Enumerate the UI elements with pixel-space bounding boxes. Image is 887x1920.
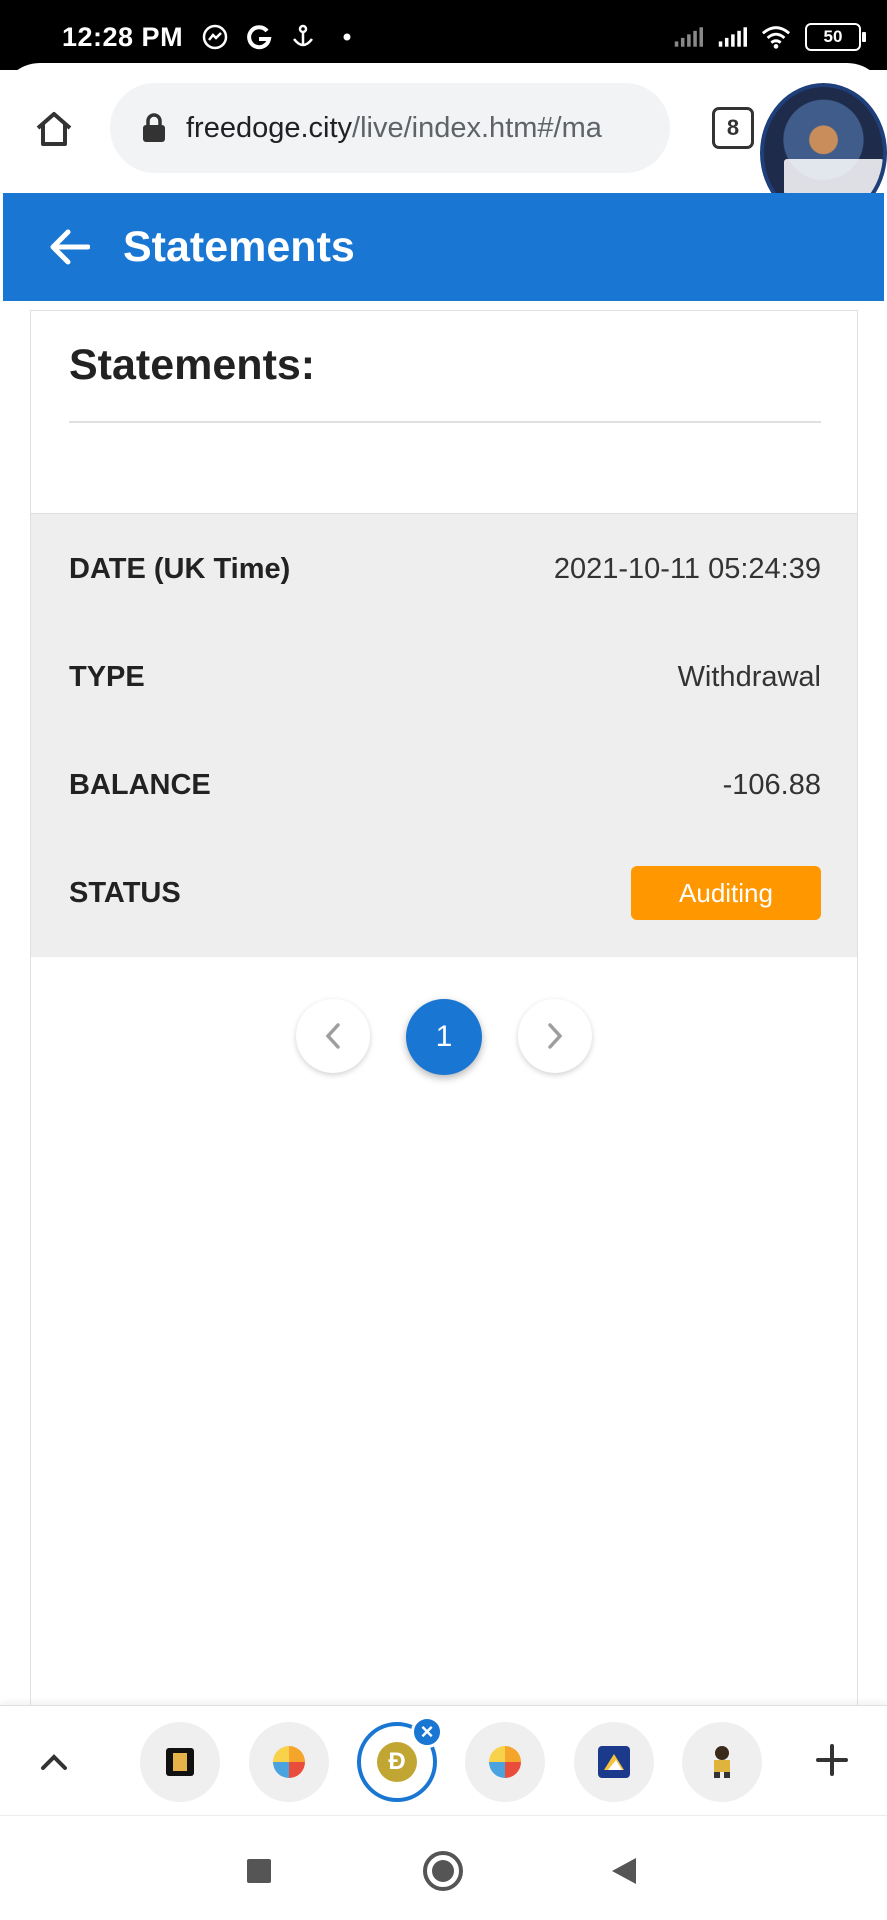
- tab-item[interactable]: [574, 1722, 654, 1802]
- signal-icon: [717, 22, 747, 52]
- tab-switcher-button[interactable]: 8: [712, 107, 754, 149]
- home-circle-icon: [423, 1851, 463, 1891]
- system-nav-bar: [0, 1815, 887, 1920]
- detail-row-date: DATE (UK Time) 2021-10-11 05:24:39: [69, 539, 821, 599]
- google-icon: [244, 22, 274, 52]
- home-button[interactable]: [28, 103, 80, 155]
- lock-icon: [143, 113, 165, 142]
- tab-favicon-icon: [489, 1746, 521, 1778]
- signal-icon: [673, 22, 703, 52]
- statements-card: Statements: DATE (UK Time) 2021-10-11 05…: [30, 310, 858, 1710]
- messenger-icon: [200, 22, 230, 52]
- chevron-up-icon: [41, 1754, 67, 1770]
- statement-details: DATE (UK Time) 2021-10-11 05:24:39 TYPE …: [31, 513, 857, 957]
- row-value: -106.88: [722, 768, 821, 801]
- anchor-icon: [288, 22, 318, 52]
- status-badge: Auditing: [631, 866, 821, 920]
- home-icon: [36, 112, 72, 146]
- close-tab-button[interactable]: ×: [411, 1716, 443, 1748]
- tab-item[interactable]: [465, 1722, 545, 1802]
- page-1-button[interactable]: 1: [406, 999, 482, 1075]
- tab-favicon-icon: [714, 1746, 730, 1778]
- tab-favicon-icon: [273, 1746, 305, 1778]
- status-icons-right: 50: [673, 22, 866, 52]
- recents-button[interactable]: [238, 1850, 280, 1892]
- dot-icon: [332, 22, 362, 52]
- row-label: TYPE: [69, 660, 145, 693]
- url-text: freedoge.city/live/index.htm#/ma: [186, 112, 602, 145]
- url-domain: freedoge.city: [186, 111, 353, 144]
- recents-icon: [247, 1859, 271, 1883]
- chevron-right-icon: [548, 1023, 563, 1049]
- detail-row-balance: BALANCE -106.88: [69, 755, 821, 815]
- plus-icon: [816, 1744, 848, 1776]
- title-divider: [69, 421, 821, 423]
- back-nav-button[interactable]: [603, 1850, 645, 1892]
- row-label: BALANCE: [69, 768, 211, 801]
- pagination: 1: [31, 999, 857, 1075]
- url-path: /live/index.htm#/ma: [352, 111, 602, 144]
- app-header: Statements: [3, 193, 884, 301]
- page-title: Statements: [123, 223, 355, 271]
- avatar-banner: [784, 159, 883, 195]
- tab-item[interactable]: [682, 1722, 762, 1802]
- row-label: STATUS: [69, 876, 181, 909]
- battery-icon: 50: [805, 23, 866, 51]
- next-page-button[interactable]: [518, 999, 592, 1073]
- chevron-left-icon: [325, 1023, 340, 1049]
- status-icons-left: [200, 22, 362, 52]
- url-bar[interactable]: freedoge.city/live/index.htm#/ma: [110, 83, 670, 173]
- browser-toolbar: freedoge.city/live/index.htm#/ma 8: [0, 63, 887, 223]
- status-time: 12:28 PM: [62, 22, 184, 52]
- row-label: DATE (UK Time): [69, 552, 291, 585]
- status-bar: 12:28 PM 50: [0, 0, 887, 70]
- tab-item-active[interactable]: Đ ×: [357, 1716, 443, 1802]
- prev-page-button[interactable]: [296, 999, 370, 1073]
- tab-favicon-icon: [598, 1746, 630, 1778]
- tab-count: 8: [726, 115, 740, 140]
- arrow-left-icon: [50, 229, 90, 265]
- back-button[interactable]: [45, 223, 93, 271]
- tab-favicon-icon: [166, 1748, 194, 1776]
- row-value: 2021-10-11 05:24:39: [553, 552, 821, 585]
- tab-item[interactable]: [249, 1722, 329, 1802]
- card-title: Statements:: [69, 341, 316, 389]
- battery-level: 50: [823, 27, 843, 46]
- dogecoin-icon: Đ: [377, 1742, 417, 1782]
- row-value: Withdrawal: [677, 660, 821, 693]
- detail-row-status: STATUS Auditing: [69, 863, 821, 923]
- new-tab-button[interactable]: [808, 1736, 856, 1784]
- tab-item[interactable]: [140, 1722, 220, 1802]
- detail-row-type: TYPE Withdrawal: [69, 647, 821, 707]
- home-nav-button[interactable]: [422, 1850, 464, 1892]
- back-triangle-icon: [612, 1858, 636, 1884]
- expand-tab-strip-button[interactable]: [34, 1742, 74, 1782]
- wifi-icon: [761, 22, 791, 52]
- tab-strip: Đ ×: [0, 1705, 887, 1815]
